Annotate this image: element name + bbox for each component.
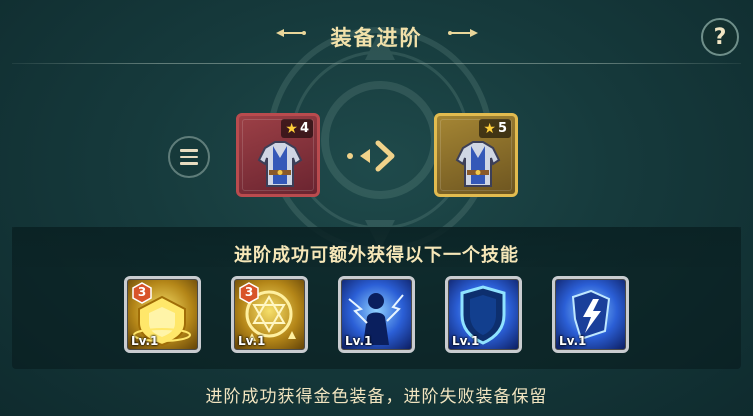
skill-level-label: Lv.1 [345,334,373,348]
skill-slot-2[interactable]: 3 Lv.1 [231,276,308,353]
title-divider [12,63,741,64]
list-icon [180,149,198,152]
level-badge: 3 [238,282,260,304]
badge-value: 3 [244,285,254,299]
star-count: 4 [299,121,309,136]
star-rating-badge: ★ 4 [281,119,313,138]
badge-value: 3 [137,285,147,299]
list-icon-line [180,155,198,159]
star-icon: ★ [483,120,496,137]
armor-icon [257,141,303,187]
list-menu-button[interactable] [168,136,210,178]
current-equipment-slot[interactable]: ★ 4 [236,113,320,197]
skill-level-label: Lv.1 [238,334,266,348]
help-button[interactable]: ? [701,18,739,56]
armor-icon [455,141,501,187]
skill-slot-1[interactable]: 3 Lv.1 [124,276,201,353]
skill-panel-title: 进阶成功可额外获得以下一个技能 [234,245,519,266]
skill-slot-4[interactable]: Lv.1 [445,276,522,353]
skill-panel-header: 进阶成功可额外获得以下一个技能 [12,227,741,267]
list-icon-line [180,162,198,165]
title-ornament-right-icon [448,29,478,37]
skill-level-label: Lv.1 [559,334,587,348]
next-equipment-slot[interactable]: ★ 5 [434,113,518,197]
skill-slot-5[interactable]: Lv.1 [552,276,629,353]
star-icon: ★ [285,120,298,137]
page-title: 装备进阶 [330,26,423,50]
skill-level-label: Lv.1 [131,334,159,348]
skill-level-label: Lv.1 [452,334,480,348]
title-bar: 装备进阶 ? [0,0,753,64]
upgrade-rule-note: 进阶成功获得金色装备，进阶失败装备保留 [205,387,548,407]
arrow-right-icon [347,140,395,172]
level-badge: 3 [131,282,153,304]
star-rating-badge: ★ 5 [479,119,511,138]
star-count: 5 [497,121,507,136]
skill-slot-3[interactable]: Lv.1 [338,276,415,353]
